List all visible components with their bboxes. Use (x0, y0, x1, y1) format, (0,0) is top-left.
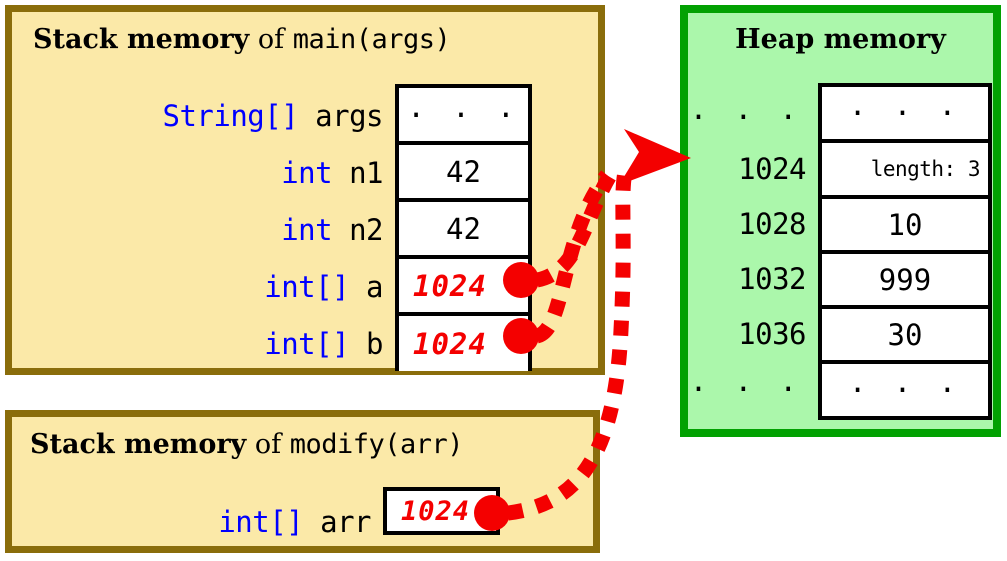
var-label-b: int[] b (264, 330, 383, 359)
var-label-n2: int n2 (281, 216, 383, 245)
var-name-b: b (366, 327, 383, 361)
pointer-dot-a (503, 262, 539, 298)
heap-address-1036: 1036 (738, 317, 806, 351)
var-type-args: String[] (162, 99, 299, 133)
stack-main-title: Stack memory of main(args) (33, 24, 451, 55)
heap-frame: Heap memory · · · 1024 1028 1032 1036 · … (680, 5, 1001, 437)
var-type-n2: int (281, 213, 333, 247)
stack-main-title-of (249, 24, 258, 55)
var-name-args: args (315, 99, 383, 133)
heap-cell-length: length: 3 (822, 143, 988, 199)
stack-modify-title-bold: Stack memory (30, 429, 247, 460)
stack-cell-n1: 42 (399, 145, 528, 202)
var-name-n1: n1 (349, 156, 383, 190)
stack-modify-title-of: of (254, 429, 282, 460)
heap-address-bottom-ellipsis: · · · (689, 372, 802, 406)
memory-diagram: Stack memory of main(args) String[] args… (0, 0, 1007, 561)
var-name-a: a (366, 270, 383, 304)
heap-title: Heap memory (735, 24, 946, 55)
heap-address-top-ellipsis: · · · (689, 100, 802, 134)
heap-cell-bottom-ellipsis: · · · (822, 364, 988, 416)
stack-frame-modify: Stack memory of modify(arr) int[] arr 10… (5, 410, 600, 553)
heap-cell-1032: 999 (822, 254, 988, 309)
heap-cell-top-ellipsis: · · · (822, 87, 988, 143)
heap-cell-1028: 10 (822, 199, 988, 254)
var-label-a: int[] a (264, 273, 383, 302)
var-type-n1: int (281, 156, 333, 190)
heap-cell-1036: 30 (822, 309, 988, 364)
heap-cell-column: · · · length: 3 10 999 30 · · · (818, 83, 992, 420)
heap-address-1024: 1024 (738, 152, 806, 186)
var-label-arr: int[] arr (218, 508, 371, 537)
heap-address-1032: 1032 (738, 262, 806, 296)
var-type-b: int[] (264, 327, 350, 361)
var-type-a: int[] (264, 270, 350, 304)
pointer-dot-arr (474, 495, 510, 531)
pointer-dot-b (503, 318, 539, 354)
stack-cell-n2: 42 (399, 202, 528, 259)
var-type-arr: int[] (218, 505, 304, 539)
var-label-n1: int n1 (281, 159, 383, 188)
stack-cell-args: · · · (399, 88, 528, 145)
stack-main-title-bold: Stack memory (33, 24, 250, 55)
stack-modify-title: Stack memory of modify(arr) (30, 429, 464, 460)
var-label-args: String[] args (163, 102, 384, 131)
var-name-n2: n2 (349, 213, 383, 247)
stack-main-title-signature: main(args) (292, 24, 451, 55)
heap-address-1028: 1028 (738, 207, 806, 241)
var-name-arr: arr (320, 505, 371, 539)
stack-modify-title-signature: modify(arr) (289, 429, 464, 460)
